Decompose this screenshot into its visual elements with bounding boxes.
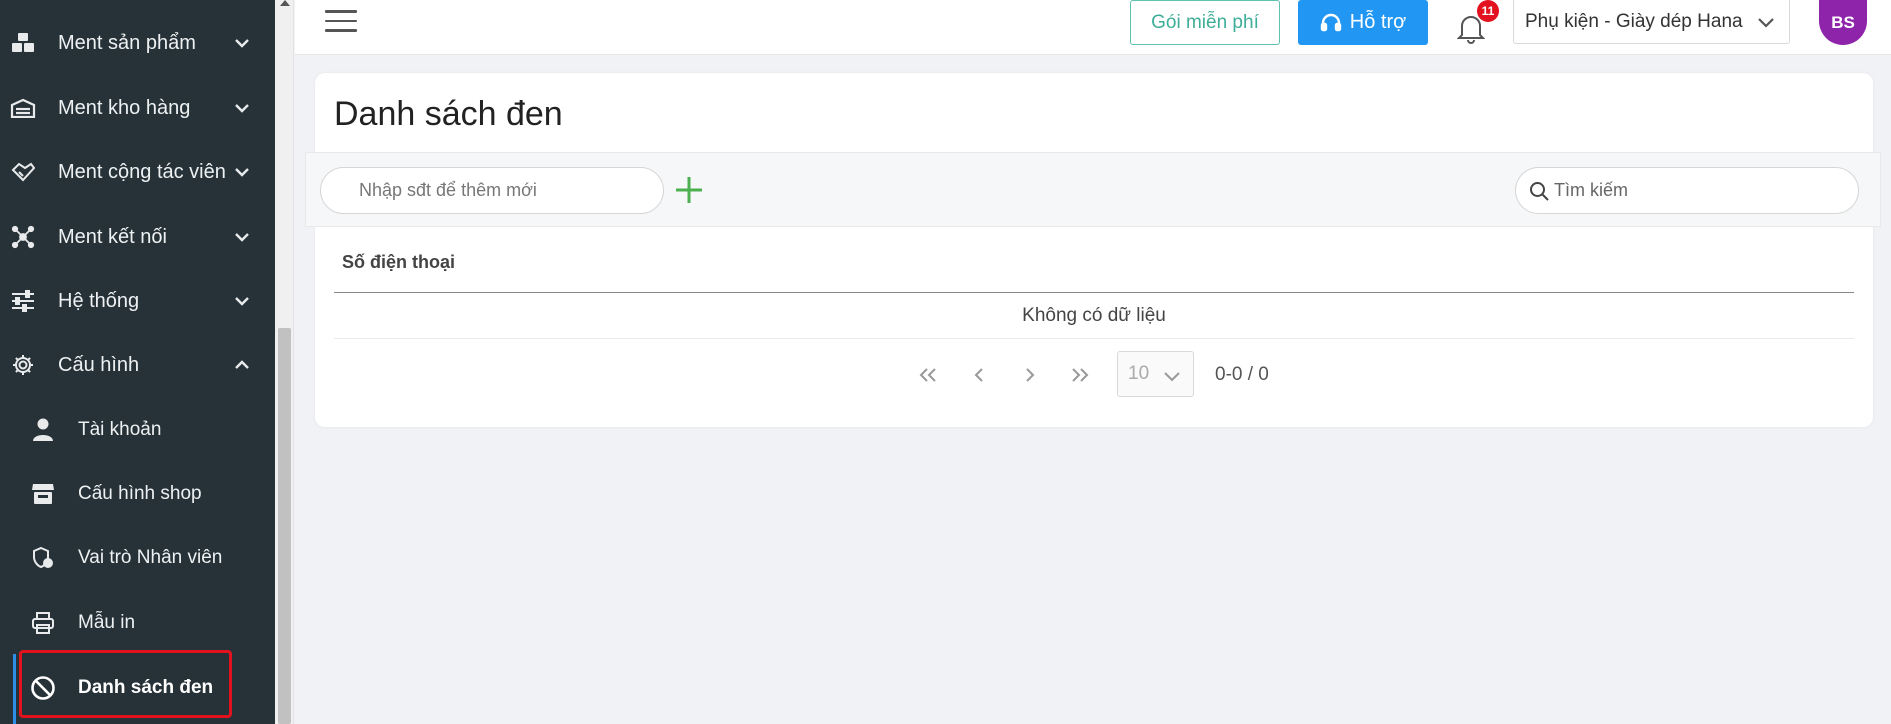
chevron-left-icon	[974, 368, 983, 382]
sidebar-item-label: Cấu hình	[58, 353, 140, 376]
double-chevron-left-icon	[919, 368, 936, 382]
support-button-label: Hỗ trợ	[1349, 11, 1407, 33]
sidebar-item-label: Mẫu in	[78, 612, 136, 633]
highlight-box	[19, 650, 232, 718]
sidebar-item-system[interactable]: Hệ thống	[0, 277, 275, 325]
sidebar-item-label: Cấu hình shop	[78, 483, 202, 504]
sliders-icon	[10, 288, 36, 314]
empty-state: Không có dữ liệu	[334, 294, 1854, 339]
page-size-value: 10	[1128, 363, 1150, 384]
scroll-thumb[interactable]	[278, 328, 291, 724]
shop-select[interactable]: Phụ kiện - Giày dép Hana	[1513, 0, 1790, 44]
chevron-down-icon	[1163, 366, 1181, 388]
cubes-icon	[10, 30, 36, 56]
user-shield-icon	[30, 545, 56, 571]
avatar[interactable]: BS	[1819, 0, 1867, 45]
page-range-text: 0-0 / 0	[1215, 364, 1269, 385]
printer-icon	[30, 610, 56, 636]
prev-page-button[interactable]	[965, 361, 993, 389]
sidebar-item-shop-config[interactable]: Cấu hình shop	[0, 470, 275, 518]
toolbar	[305, 152, 1881, 227]
network-icon	[10, 224, 36, 250]
top-header: Gói miễn phí Hỗ trợ 11 Phụ kiện - Giày d…	[295, 0, 1891, 55]
store-icon	[30, 481, 56, 507]
handshake-icon	[10, 159, 36, 185]
notification-badge: 11	[1477, 0, 1499, 22]
plus-icon	[676, 177, 702, 203]
page-title: Danh sách đen	[334, 95, 563, 133]
chevron-up-icon	[232, 355, 252, 375]
sidebar-item-print-templates[interactable]: Mẫu in	[0, 599, 275, 647]
next-page-button[interactable]	[1016, 361, 1044, 389]
add-button[interactable]	[674, 175, 704, 205]
chevron-down-icon	[232, 98, 252, 118]
first-page-button[interactable]	[914, 361, 942, 389]
sidebar-item-configuration[interactable]: Cấu hình	[0, 341, 275, 389]
search-input[interactable]	[1554, 168, 1854, 213]
gear-icon	[10, 352, 36, 378]
sidebar: Ment sản phẩm Ment kho hàng Ment cộng tá…	[0, 0, 275, 724]
sidebar-item-products[interactable]: Ment sản phẩm	[0, 19, 275, 67]
chevron-down-icon	[232, 162, 252, 182]
free-plan-button[interactable]: Gói miễn phí	[1130, 0, 1280, 45]
sidebar-item-collaborators[interactable]: Ment cộng tác viên	[0, 148, 275, 196]
sidebar-item-label: Ment kết nối	[58, 225, 167, 248]
sidebar-item-staff-roles[interactable]: Vai trò Nhân viên	[0, 534, 275, 582]
sidebar-item-label: Ment cộng tác viên	[58, 160, 226, 183]
sidebar-item-label: Ment sản phẩm	[58, 31, 196, 54]
sidebar-item-warehouse[interactable]: Ment kho hàng	[0, 84, 275, 132]
sidebar-item-label: Vai trò Nhân viên	[78, 547, 223, 568]
search-box[interactable]	[1515, 167, 1859, 214]
shop-select-value: Phụ kiện - Giày dép Hana	[1525, 10, 1743, 32]
phone-add-input[interactable]	[320, 167, 664, 214]
chevron-down-icon	[232, 33, 252, 53]
scroll-up-arrow-icon[interactable]	[279, 0, 290, 8]
chevron-down-icon	[232, 227, 252, 247]
support-button[interactable]: Hỗ trợ	[1298, 0, 1428, 45]
warehouse-icon	[10, 95, 36, 121]
headset-icon	[1320, 13, 1341, 31]
sidebar-item-connections[interactable]: Ment kết nối	[0, 213, 275, 261]
sidebar-item-label: Hệ thống	[58, 289, 140, 312]
hamburger-menu-icon[interactable]	[325, 10, 357, 34]
table-header: Số điện thoại	[334, 228, 1854, 293]
user-icon	[30, 417, 56, 443]
last-page-button[interactable]	[1066, 361, 1094, 389]
page-size-select[interactable]: 10	[1117, 351, 1194, 397]
column-phone-number[interactable]: Số điện thoại	[342, 252, 455, 273]
sidebar-item-label: Tài khoản	[78, 419, 162, 440]
sidebar-item-account[interactable]: Tài khoản	[0, 406, 275, 454]
sidebar-scrollbar[interactable]	[275, 0, 294, 724]
chevron-down-icon	[1757, 12, 1775, 34]
chevron-right-icon	[1026, 368, 1035, 382]
search-icon	[1529, 181, 1549, 201]
sidebar-item-label: Ment kho hàng	[58, 96, 191, 119]
chevron-down-icon	[232, 291, 252, 311]
double-chevron-right-icon	[1072, 368, 1089, 382]
